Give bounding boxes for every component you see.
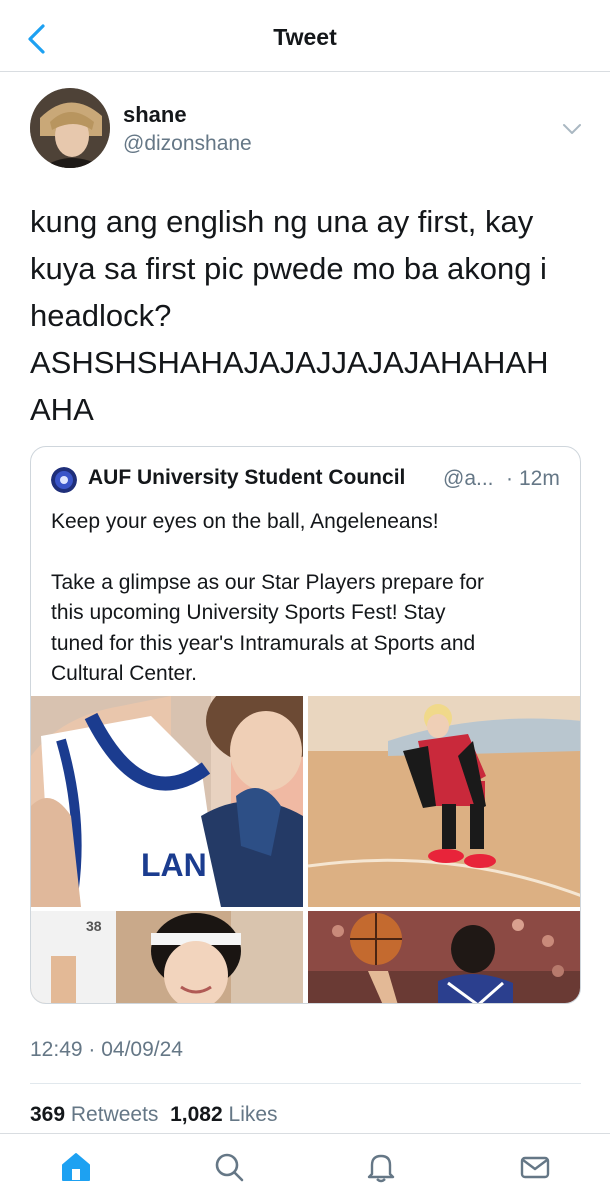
tweet-text: kung ang english ng una ay first, kay ku… (30, 198, 585, 433)
avatar[interactable] (30, 88, 110, 168)
quote-text-line: Cultural Center. (51, 662, 197, 685)
quote-separator: · (506, 467, 513, 490)
quote-text-line: this upcoming University Sports Fest! St… (51, 601, 446, 624)
photo-player-headband[interactable]: 38 (31, 911, 303, 1003)
display-name[interactable]: shane (123, 102, 187, 128)
tab-bar (0, 1133, 610, 1200)
home-icon[interactable] (59, 1150, 93, 1184)
like-label[interactable]: Likes (229, 1103, 278, 1126)
mail-icon[interactable] (518, 1150, 552, 1184)
quote-author-handle: @a... (443, 467, 494, 490)
svg-text:38: 38 (86, 918, 102, 934)
tweet-text-line: kuya sa first pic pwede mo ba akong i (30, 251, 547, 286)
tweet-text-line: kung ang english ng una ay first, kay (30, 204, 534, 239)
photo-grid: LAN 38 (31, 696, 580, 1003)
quote-time: 12m (519, 467, 560, 490)
quote-text-line: Keep your eyes on the ball, Angeleneans! (51, 510, 439, 533)
quote-text: Keep your eyes on the ball, Angeleneans!… (51, 507, 571, 690)
photo-basketball-court[interactable] (308, 696, 580, 907)
like-count[interactable]: 1,082 (170, 1103, 223, 1126)
quote-text-line: Take a glimpse as our Star Players prepa… (51, 570, 485, 594)
quoted-tweet[interactable]: AUF University Student Council @a... · 1… (30, 446, 581, 1004)
bell-icon[interactable] (364, 1150, 398, 1184)
user-handle[interactable]: @dizonshane (123, 132, 252, 156)
tweet-text-line: AHA (30, 392, 94, 427)
quote-text-line: tuned for this year's Intramurals at Spo… (51, 631, 476, 655)
svg-text:LAN: LAN (141, 847, 207, 883)
tweet-stats: 369 Retweets 1,082 Likes (30, 1103, 278, 1127)
photo-player-jersey[interactable]: LAN (31, 696, 303, 907)
photo-basketball-game[interactable] (308, 911, 580, 1003)
page-title: Tweet (273, 24, 337, 50)
retweet-label[interactable]: Retweets (71, 1103, 159, 1126)
top-bar: Tweet (0, 0, 610, 72)
divider (30, 1083, 581, 1084)
chevron-down-icon[interactable] (561, 120, 583, 138)
retweet-count[interactable]: 369 (30, 1103, 65, 1126)
search-icon[interactable] (212, 1150, 246, 1184)
quote-author-name: AUF University Student Council (88, 466, 406, 489)
tweet-text-line: headlock? (30, 298, 172, 333)
tweet-text-line: ASHSHSHAHAJAJAJJAJAJAHAHAH (30, 345, 549, 380)
quote-avatar (51, 467, 77, 493)
tweet-timestamp: 12:49 · 04/09/24 (30, 1038, 183, 1061)
